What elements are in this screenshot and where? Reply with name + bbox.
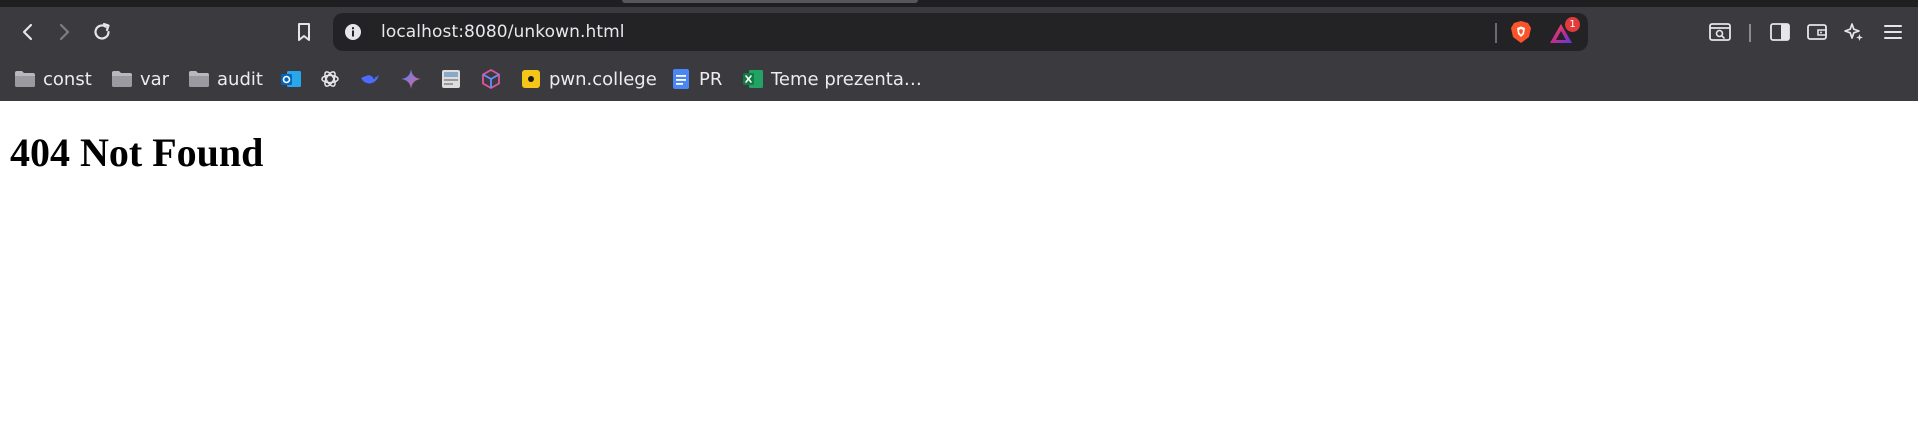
sidebar-button[interactable] (1762, 16, 1798, 48)
wallet-button[interactable] (1799, 16, 1835, 48)
bookmark-folder-audit[interactable]: audit (188, 57, 263, 101)
active-tab-edge[interactable] (622, 0, 918, 3)
leo-ai-button[interactable] (1836, 16, 1872, 48)
bookmark-label: audit (217, 68, 263, 90)
chevron-right-icon (59, 23, 70, 41)
deepseek-icon (361, 75, 379, 84)
wallet-icon (1807, 24, 1827, 40)
rewards-badge: 1 (1565, 17, 1580, 32)
pwn-college-icon (522, 70, 540, 88)
folder-icon (15, 71, 35, 87)
outlook-icon (281, 71, 301, 87)
toolbar-separator (1749, 24, 1751, 42)
info-icon[interactable] (343, 22, 363, 42)
folder-icon (189, 71, 209, 87)
omnibox-divider (1495, 23, 1497, 43)
bookmark-teme-prezenta[interactable]: Teme prezenta… (742, 57, 922, 101)
bookmark-cube[interactable] (480, 57, 502, 101)
menu-icon (1884, 25, 1902, 39)
chevron-left-icon (22, 23, 33, 41)
bookmark-label: var (140, 68, 170, 90)
bookmark-folder-var[interactable]: var (111, 57, 169, 101)
bookmark-icon (298, 23, 310, 41)
bookmark-pwn-college[interactable]: pwn.college (520, 57, 657, 101)
bookmark-deepseek[interactable] (359, 57, 381, 101)
page-title: 404 Not Found (10, 130, 264, 175)
bookmark-site[interactable] (440, 57, 462, 101)
bookmark-outlook[interactable] (280, 57, 302, 101)
chatgpt-icon (321, 71, 339, 87)
bookmark-label: PR (699, 68, 723, 90)
site-icon (442, 70, 460, 88)
main-menu-button[interactable] (1875, 16, 1911, 48)
bookmark-label: Teme prezenta… (771, 68, 922, 90)
folder-icon (112, 71, 132, 87)
google-docs-icon (673, 69, 689, 89)
browser-toolbar: localhost:8080/unkown.html 1 (0, 7, 1918, 57)
excel-icon (743, 70, 763, 88)
browser-chrome: localhost:8080/unkown.html 1 const var a… (0, 0, 1918, 101)
gemini-icon (401, 69, 421, 89)
cube-icon (482, 69, 500, 89)
bookmark-gemini[interactable] (400, 57, 422, 101)
sidebar-icon (1770, 23, 1790, 41)
bookmark-label: pwn.college (549, 68, 657, 90)
tab-search-icon (1709, 23, 1731, 41)
bookmark-pr[interactable]: PR (670, 57, 722, 101)
page-content: 404 Not Found (0, 101, 1918, 446)
address-bar[interactable]: localhost:8080/unkown.html 1 (333, 13, 1588, 51)
brave-rewards-button[interactable]: 1 (1548, 17, 1580, 47)
tab-strip (0, 0, 1918, 7)
reload-button[interactable] (84, 16, 120, 48)
tab-search-button[interactable] (1702, 16, 1738, 48)
bookmark-label: const (43, 68, 92, 90)
bookmark-folder-const[interactable]: const (14, 57, 92, 101)
bookmark-page-button[interactable] (286, 16, 322, 48)
bookmark-chatgpt[interactable] (319, 57, 341, 101)
back-button[interactable] (10, 16, 46, 48)
forward-button[interactable] (46, 16, 82, 48)
url-text[interactable]: localhost:8080/unkown.html (381, 13, 625, 51)
leo-ai-icon (1844, 23, 1863, 41)
bookmarks-bar: const var audit pwn.college PR Teme prez… (0, 57, 1918, 101)
reload-icon (94, 22, 110, 40)
brave-shield-icon[interactable] (1508, 19, 1534, 45)
